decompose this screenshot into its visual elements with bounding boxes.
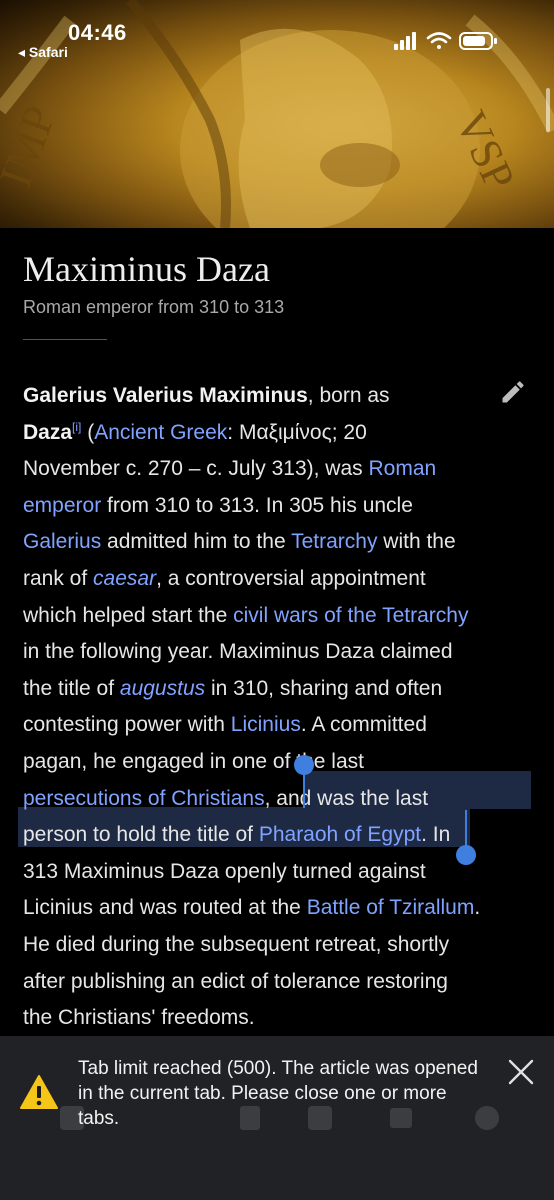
- status-bar: 04:46 ◂ Safari: [0, 0, 554, 70]
- text-run: with the: [377, 530, 456, 554]
- article-lead-paragraph: Galerius Valerius Maximinus, born as Daz…: [23, 378, 533, 1037]
- text-run: pagan, he engaged in one of the last: [23, 749, 364, 773]
- battery-icon: [459, 32, 497, 50]
- back-to-safari-link[interactable]: ◂ Safari: [18, 44, 68, 61]
- toast-message: Tab limit reached (500). The article was…: [78, 1058, 478, 1129]
- text-run: November c. 270 – c. July 313), was: [23, 457, 369, 481]
- link-pharaoh-of-egypt[interactable]: Pharaoh of Egypt: [259, 823, 421, 846]
- link-roman-emperor-cont[interactable]: emperor: [23, 494, 101, 517]
- text-run: , and was the last: [264, 786, 429, 810]
- link-augustus[interactable]: augustus: [120, 677, 205, 700]
- text-run: the Christians' freedoms.: [23, 1006, 255, 1030]
- text-run: person to hold the title of: [23, 823, 259, 847]
- page-subtitle: Roman emperor from 310 to 313: [23, 297, 285, 317]
- selection-end-caret: [465, 810, 467, 848]
- cellular-signal-icon: [394, 32, 416, 50]
- link-civil-wars-of-the-tetrarchy[interactable]: civil wars of the Tetrarchy: [233, 604, 468, 627]
- text-run: He died during the subsequent retreat, s…: [23, 932, 450, 956]
- text-run: . In: [421, 823, 451, 847]
- page-title: Maximinus Daza: [23, 249, 270, 289]
- warning-icon: [20, 1075, 58, 1109]
- text-run: in 310, sharing and often: [205, 676, 443, 700]
- text-run: .: [474, 896, 481, 920]
- link-battle-of-tzirallum[interactable]: Battle of Tzirallum: [307, 896, 475, 919]
- close-icon[interactable]: [507, 1058, 535, 1086]
- link-galerius[interactable]: Galerius: [23, 530, 101, 553]
- link-tetrarchy[interactable]: Tetrarchy: [291, 530, 377, 553]
- wifi-icon: [426, 32, 452, 49]
- text-run: , a controversial appointment: [156, 566, 426, 590]
- title-divider: [23, 339, 107, 340]
- text-run: , born as: [307, 384, 390, 407]
- status-icons: [394, 32, 497, 50]
- text-run: admitted him to the: [101, 530, 292, 554]
- svg-text:IMP: IMP: [0, 99, 65, 193]
- tab-limit-toast: Tab limit reached (500). The article was…: [0, 1036, 554, 1200]
- text-run: (: [81, 420, 95, 444]
- subject-birth-name: Daza: [23, 420, 73, 444]
- text-run: in the following year. Maximinus Daza cl…: [23, 640, 453, 664]
- status-time: 04:46: [68, 20, 127, 45]
- text-run: after publishing an edict of tolerance r…: [23, 969, 448, 993]
- scroll-indicator[interactable]: [546, 88, 550, 132]
- text-run: rank of: [23, 566, 94, 590]
- selection-start-caret: [303, 770, 305, 808]
- link-persecutions-of-christians[interactable]: persecutions of Christians: [23, 787, 265, 810]
- footnote-ref-i[interactable]: [i]: [72, 420, 81, 434]
- link-licinius[interactable]: Licinius: [231, 713, 301, 736]
- selection-end-handle[interactable]: [456, 845, 476, 865]
- text-run: from 310 to 313. In 305 his uncle: [101, 493, 413, 517]
- text-run: . A committed: [300, 713, 427, 737]
- subject-full-name: Galerius Valerius Maximinus: [23, 384, 308, 407]
- text-run: Licinius and was routed at the: [23, 896, 307, 920]
- link-caesar[interactable]: caesar: [93, 567, 156, 590]
- text-run: which helped start the: [23, 603, 234, 627]
- link-roman-emperor[interactable]: Roman: [369, 457, 437, 480]
- text-run: the title of: [23, 676, 120, 700]
- text-run: contesting power with: [23, 713, 231, 737]
- link-ancient-greek[interactable]: Ancient Greek: [94, 421, 227, 444]
- text-run: : Μαξιμίνος; 20: [227, 420, 367, 444]
